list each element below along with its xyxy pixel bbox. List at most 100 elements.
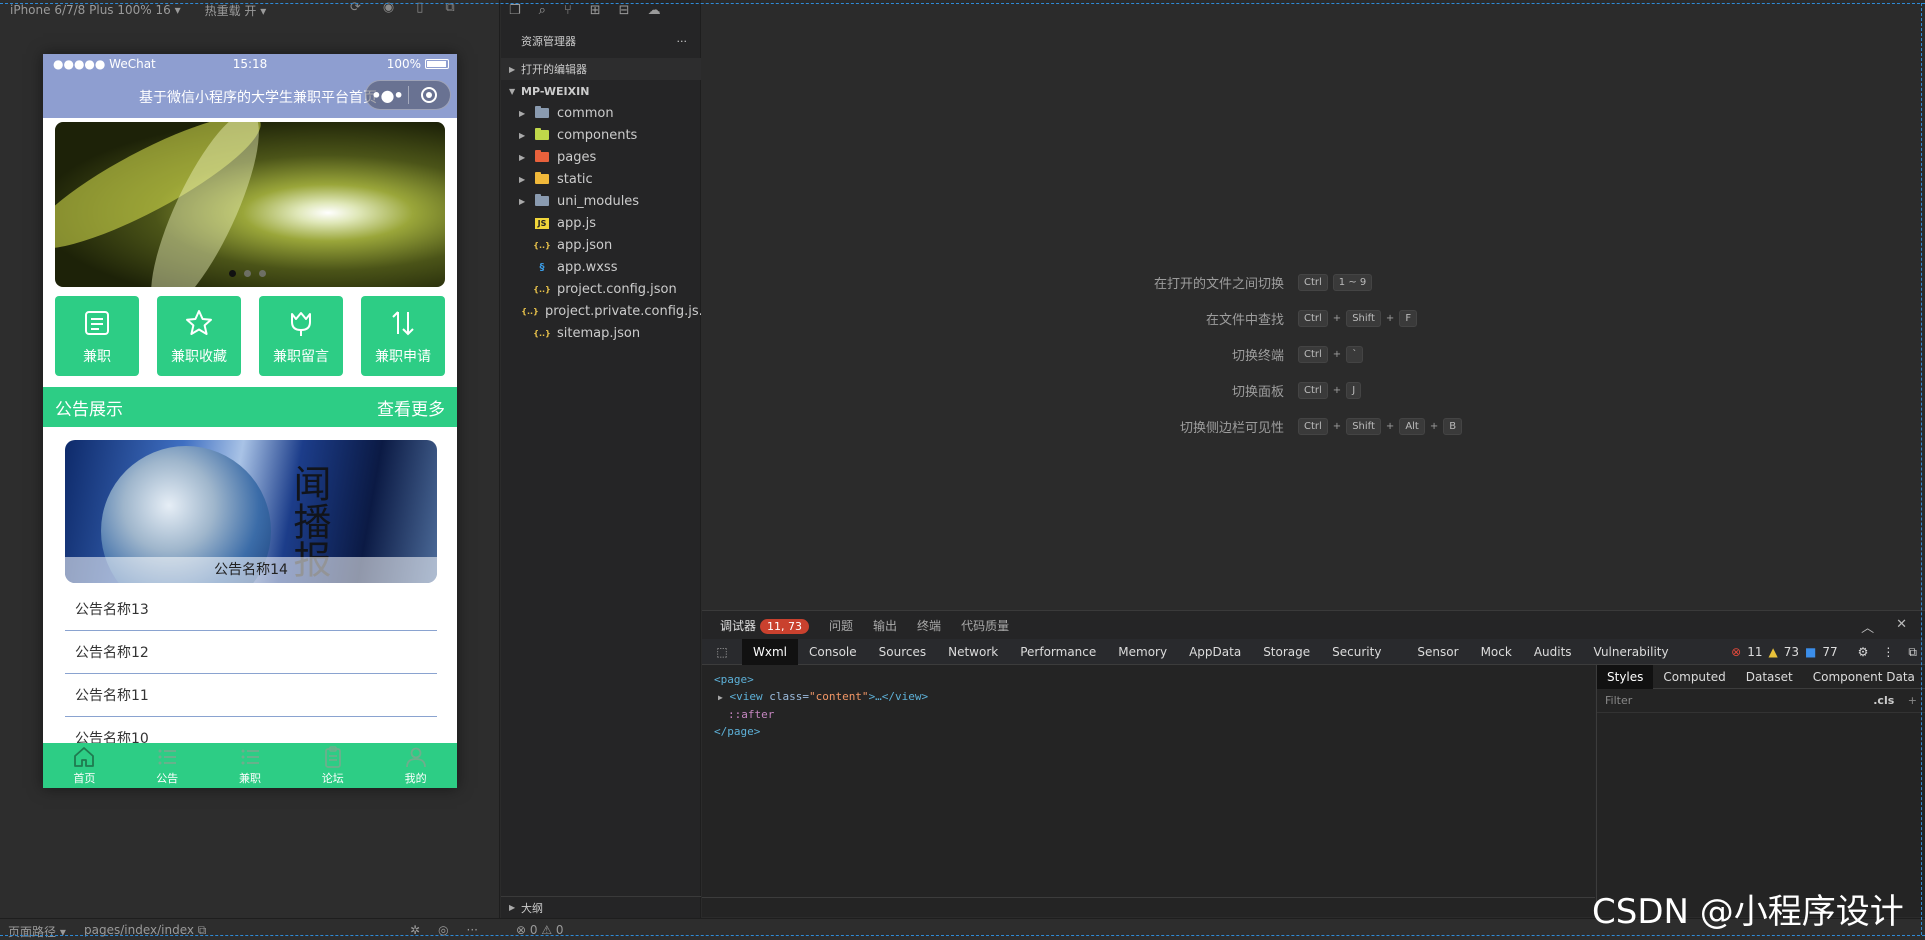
more-icon[interactable]: •●• [366,86,408,105]
filter-input[interactable]: Filter [1605,694,1632,707]
close-miniprogram-button[interactable] [409,87,450,103]
tab-computed[interactable]: Computed [1653,665,1735,689]
tab-output[interactable]: 输出 [873,617,897,634]
tree-folder[interactable]: ▶ components [501,124,701,146]
tab-mine[interactable]: 我的 [374,743,457,788]
extensions-icon[interactable]: ⊞ [590,3,601,18]
open-editors-label: 打开的编辑器 [521,63,587,76]
tab-notice[interactable]: 公告 [126,743,209,788]
panel-tabs: 调试器 11, 73 问题 输出 终端 代码质量 [702,611,1925,639]
page-title: 基于微信小程序的大学生兼职平台首页 [139,90,377,106]
swiper-dot[interactable] [229,270,236,277]
tree-file[interactable]: {..} sitemap.json [501,322,701,344]
swiper-dot[interactable] [259,270,266,277]
hot-reload-select[interactable]: 热重载 开 ▾ [205,2,267,19]
tree-file[interactable]: § app.wxss [501,256,701,278]
devtools-tab-audits[interactable]: Audits [1523,639,1583,665]
tab-component-data[interactable]: Component Data [1803,665,1925,689]
debug-icon[interactable]: ⊟ [619,3,630,18]
tulip-icon [284,306,318,340]
shortcut-label: 切换终端 [1231,348,1284,364]
files-icon[interactable]: ❐ [509,3,521,18]
devtools-tab-vulnerability[interactable]: Vulnerability [1583,639,1680,665]
cls-toggle[interactable]: .cls [1873,694,1894,707]
info-count[interactable]: 77 [1822,645,1837,659]
close-icon[interactable]: ✕ [1896,617,1907,636]
open-editors-section[interactable]: ▶ 打开的编辑器 [501,58,701,80]
console-drawer[interactable] [702,897,1595,917]
miniprogram-capsule: •●• [365,80,451,110]
tree-item-label: components [557,127,638,143]
devtools-tab-memory[interactable]: Memory [1107,639,1178,665]
device-select[interactable]: iPhone 6/7/8 Plus 100% 16 ▾ [10,3,181,17]
devtools-tab-console[interactable]: Console [798,639,868,665]
wxml-after-node[interactable]: ::after [714,706,1583,723]
view-more-link[interactable]: 查看更多 [377,395,445,420]
wxml-view-node[interactable]: ▶ <view class="content">…</view> [714,688,1583,706]
menu-message-button[interactable]: 兼职留言 [259,296,343,376]
page-path-select[interactable]: 页面路径 ▾ [8,923,66,940]
tree-item-label: project.private.config.js... [545,303,701,319]
error-count[interactable]: 11 [1747,645,1762,659]
add-rule-button[interactable]: + [1908,694,1917,707]
menu-favorite-button[interactable]: 兼职收藏 [157,296,241,376]
tab-styles[interactable]: Styles [1597,664,1654,689]
tree-file[interactable]: JS app.js [501,212,701,234]
tree-folder[interactable]: ▶ static [501,168,701,190]
tab-dataset[interactable]: Dataset [1736,665,1803,689]
notice-list-item[interactable]: 公告名称12 [65,631,437,674]
devtools-tab-wxml[interactable]: Wxml [742,638,798,665]
swiper-dot[interactable] [244,270,251,277]
devtools-tab-sensor[interactable]: Sensor [1406,639,1469,665]
simulator-panel: iPhone 6/7/8 Plus 100% 16 ▾ 热重载 开 ▾ ⟳ ◉ … [0,0,500,940]
devtools-tab-sources[interactable]: Sources [868,639,937,665]
tree-file[interactable]: {..} app.json [501,234,701,256]
notice-list-item[interactable]: 公告名称11 [65,674,437,717]
devtools-tab-network[interactable]: Network [937,639,1009,665]
wxml-page-close[interactable]: </page> [714,723,1583,740]
tree-folder[interactable]: ▶ uni_modules [501,190,701,212]
shortcut-row: 切换终端 Ctrl + ` [702,336,1925,372]
key-plus: + [1385,420,1395,432]
project-root[interactable]: ▼ MP-WEIXIN [501,80,701,102]
outline-section[interactable]: ▶ 大纲 [501,896,701,918]
inspect-element-icon[interactable]: ⬚ [702,645,742,659]
list-icon [158,749,177,765]
menu-job-button[interactable]: 兼职 [55,296,139,376]
devtools-tab-security[interactable]: Security [1321,639,1392,665]
warning-count[interactable]: 73 [1784,645,1799,659]
tab-code-quality[interactable]: 代码质量 [961,617,1009,634]
kebab-menu-icon[interactable]: ⋮ [1882,645,1894,659]
source-control-icon[interactable]: ⑂ [564,3,572,18]
tree-file[interactable]: {..} project.config.json [501,278,701,300]
tab-label: 论坛 [321,772,344,785]
menu-apply-button[interactable]: 兼职申请 [361,296,445,376]
list-icon [241,749,259,765]
featured-notice[interactable]: 闻播报 公告名称14 [65,440,437,583]
tree-folder[interactable]: ▶ common [501,102,701,124]
chevron-right-icon: ▶ [519,130,526,140]
cloud-icon[interactable]: ☁ [648,3,661,18]
notice-list-item[interactable]: 公告名称10 [65,717,437,743]
chevron-up-icon[interactable]: ︿ [1861,617,1874,636]
tab-forum[interactable]: 论坛 [291,743,374,788]
tab-problems[interactable]: 问题 [829,617,853,634]
tab-job[interactable]: 兼职 [209,743,292,788]
wxml-page-open[interactable]: <page> [714,671,1583,688]
tab-label: 调试器 [720,618,757,633]
tree-file[interactable]: {..} project.private.config.js... [501,300,701,322]
devtools-tab-performance[interactable]: Performance [1009,639,1107,665]
tab-terminal[interactable]: 终端 [917,617,941,634]
gear-icon[interactable]: ⚙ [1858,645,1869,659]
devtools-tab-mock[interactable]: Mock [1470,639,1523,665]
notice-list-item[interactable]: 公告名称13 [65,588,437,631]
search-icon[interactable]: ⌕ [539,3,546,18]
tree-folder[interactable]: ▶ pages [501,146,701,168]
tab-home[interactable]: 首页 [43,743,126,788]
tab-debugger[interactable]: 调试器 11, 73 [720,617,810,634]
banner-swiper[interactable] [55,122,445,287]
dock-icon[interactable]: ⧉ [1908,645,1917,660]
devtools-tab-appdata[interactable]: AppData [1178,639,1252,665]
devtools-tab-storage[interactable]: Storage [1252,639,1321,665]
more-actions-icon[interactable]: ··· [677,35,688,48]
